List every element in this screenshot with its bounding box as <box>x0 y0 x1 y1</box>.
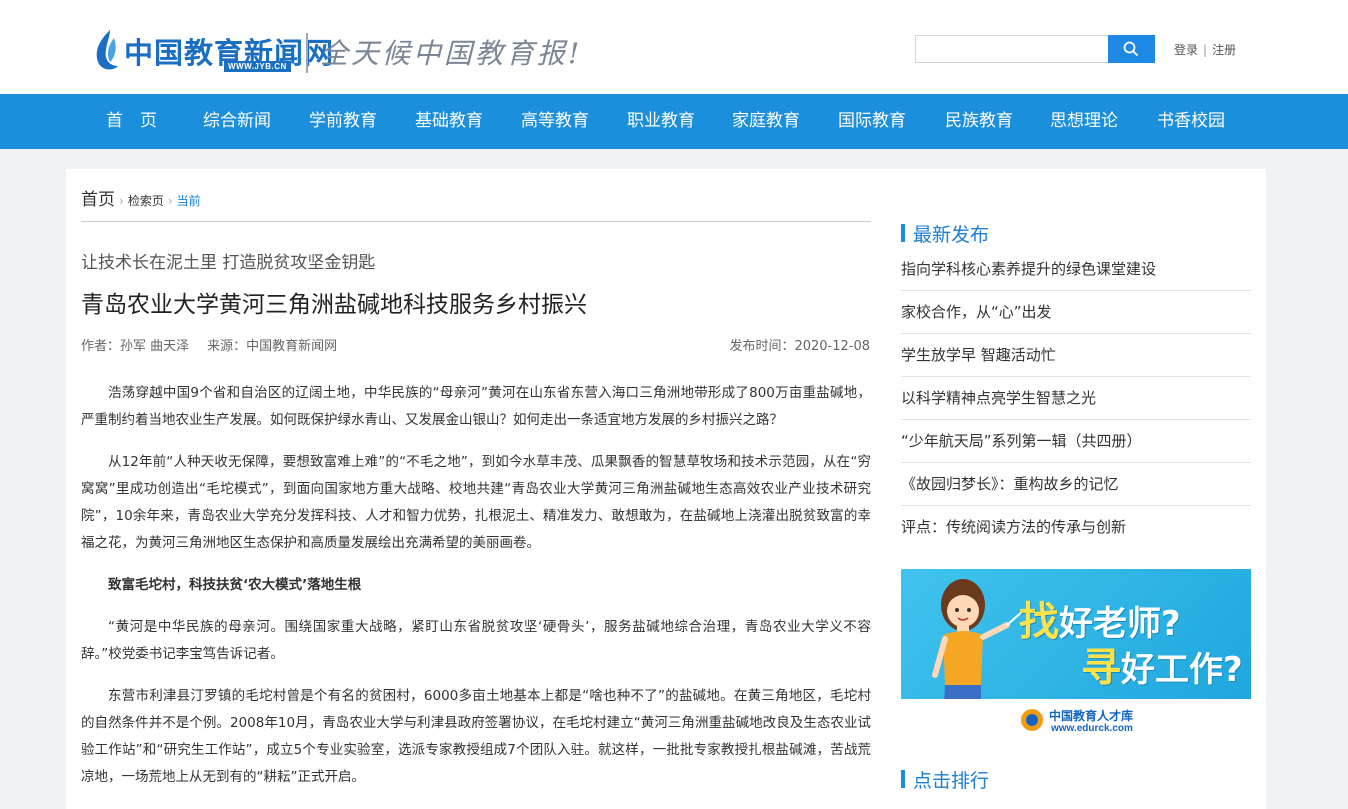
latest-heading-text: 最新发布 <box>913 224 990 246</box>
nav-item-theory[interactable]: 思想理论 <box>1050 94 1118 149</box>
article-author: 作者：孙军 曲天泽 <box>81 339 190 354</box>
auth-separator: | <box>1203 43 1208 57</box>
breadcrumb-home[interactable]: 首页 <box>81 190 115 210</box>
nav-item-home[interactable]: 首 页 <box>106 94 157 149</box>
auth-links: 登录 | 注册 <box>1174 41 1236 58</box>
article-paragraph: 浩荡穿越中国9个省和自治区的辽阔土地，中华民族的“母亲河”黄河在山东省东营入海口… <box>81 385 871 428</box>
heading-bar <box>901 224 905 242</box>
main-nav: 首 页 综合新闻 学前教育 基础教育 高等教育 职业教育 家庭教育 国际教育 民… <box>0 94 1348 149</box>
logo-divider <box>306 33 308 73</box>
latest-item[interactable]: “少年航天局”系列第一辑（共四册） <box>901 420 1251 463</box>
ad-headline-2: 寻好工作? <box>1081 645 1243 691</box>
ranking-heading: 点击排行 <box>901 766 1251 794</box>
flame-logo-icon <box>96 30 118 70</box>
latest-item[interactable]: 指向学科核心素养提升的绿色课堂建设 <box>901 248 1251 291</box>
chevron-right-icon: › <box>119 194 124 208</box>
latest-item[interactable]: 学生放学早 智趣活动忙 <box>901 334 1251 377</box>
article-paragraph: “黄河是中华民族的母亲河。围绕国家重大战略，紧盯山东省脱贫攻坚‘硬骨头’，服务盐… <box>81 619 871 662</box>
nav-item-ethnic[interactable]: 民族教育 <box>945 94 1013 149</box>
nav-item-vocational[interactable]: 职业教育 <box>627 94 695 149</box>
nav-item-general-news[interactable]: 综合新闻 <box>203 94 271 149</box>
breadcrumb: 首页 › 检索页 › 当前 <box>81 185 201 210</box>
chevron-right-icon: › <box>167 194 173 208</box>
nav-item-higher[interactable]: 高等教育 <box>521 94 589 149</box>
breadcrumb-divider <box>81 221 871 222</box>
latest-list: 指向学科核心素养提升的绿色课堂建设 家校合作，从“心”出发 学生放学早 智趣活动… <box>901 248 1251 549</box>
heading-bar <box>901 770 905 788</box>
latest-heading: 最新发布 <box>901 220 1251 248</box>
ranking-heading-text: 点击排行 <box>913 770 990 792</box>
search-icon <box>1123 41 1139 57</box>
login-link[interactable]: 登录 <box>1174 41 1198 58</box>
article-pubtime: 发布时间：2020-12-08 <box>729 339 870 354</box>
article-subtitle: 让技术长在泥土里 打造脱贫攻坚金钥匙 <box>81 253 376 273</box>
latest-item[interactable]: 《故园归梦长》：重构故乡的记忆 <box>901 463 1251 506</box>
nav-item-family[interactable]: 家庭教育 <box>732 94 800 149</box>
site-slogan: 全天候中国教育报! <box>320 37 583 70</box>
nav-item-campus[interactable]: 书香校园 <box>1157 94 1225 149</box>
breadcrumb-current: 当前 <box>176 194 201 208</box>
site-logo[interactable]: 中国教育新闻网 WWW.JYB.CN <box>92 26 333 74</box>
ad-site: www.edurck.com <box>1051 723 1133 734</box>
edurck-logo-icon <box>1021 709 1043 731</box>
latest-item[interactable]: 家校合作，从“心”出发 <box>901 291 1251 334</box>
search-button[interactable] <box>1108 35 1155 63</box>
nav-item-preschool[interactable]: 学前教育 <box>309 94 377 149</box>
logo-url: WWW.JYB.CN <box>224 61 291 72</box>
search-input[interactable] <box>915 35 1109 63</box>
article-paragraph: 东营市利津县汀罗镇的毛坨村曾是个有名的贫困村，6000多亩土地基本上都是“啥也种… <box>81 688 871 785</box>
latest-item[interactable]: 评点：传统阅读方法的传承与创新 <box>901 506 1251 549</box>
top-header: 中国教育新闻网 WWW.JYB.CN 全天候中国教育报! 登录 | 注册 <box>0 0 1348 94</box>
talent-ad-banner[interactable]: 找好老师? 寻好工作? 中国教育人才库 www.edurck.com <box>901 569 1251 744</box>
nav-item-basic[interactable]: 基础教育 <box>415 94 483 149</box>
latest-item[interactable]: 以科学精神点亮学生智慧之光 <box>901 377 1251 420</box>
article-meta: 作者：孙军 曲天泽 来源：中国教育新闻网 <box>81 335 355 354</box>
nav-item-international[interactable]: 国际教育 <box>838 94 906 149</box>
breadcrumb-search[interactable]: 检索页 <box>128 194 164 208</box>
article-section-heading: 致富毛坨村，科技扶贫‘农大模式’落地生根 <box>108 577 362 593</box>
article-source: 来源：中国教育新闻网 <box>207 339 338 354</box>
register-link[interactable]: 注册 <box>1212 41 1236 58</box>
article-body: 浩荡穿越中国9个省和自治区的辽阔土地，中华民族的“母亲河”黄河在山东省东营入海口… <box>81 380 871 806</box>
ad-brand: 中国教育人才库 <box>1049 709 1134 723</box>
article-title: 青岛农业大学黄河三角洲盐碱地科技服务乡村振兴 <box>81 292 587 318</box>
article-paragraph: 从12年前“人种天收无保障，要想致富难上难”的“不毛之地”，到如今水草丰茂、瓜果… <box>81 454 871 551</box>
